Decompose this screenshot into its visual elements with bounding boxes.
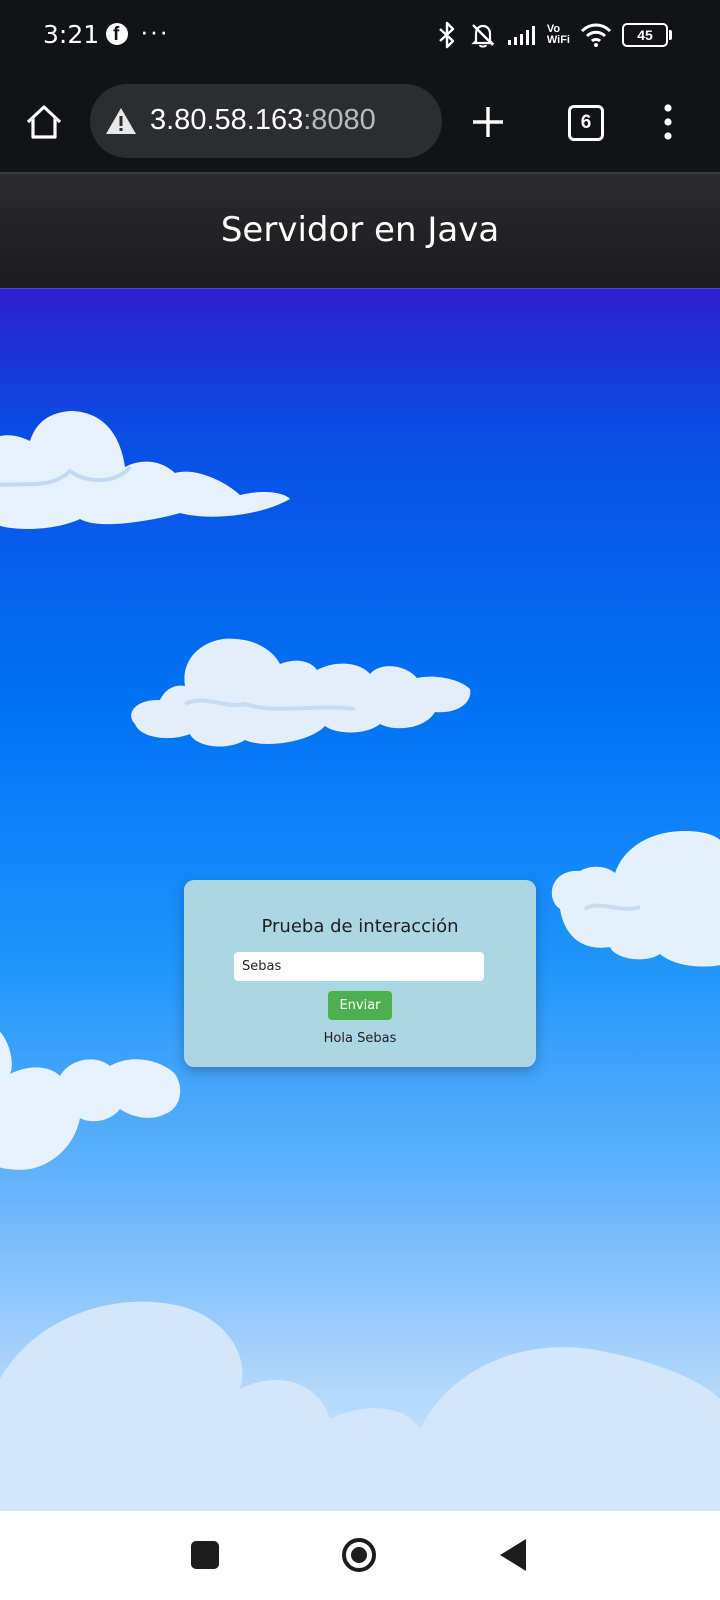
home-nav-button[interactable] — [342, 1538, 376, 1572]
status-bar: 3:21 f ··· Vo WiFi 45 — [0, 0, 720, 72]
cloud-illustration — [0, 1301, 720, 1511]
navigation-bar — [0, 1511, 720, 1600]
more-menu-button[interactable] — [660, 102, 676, 142]
submit-button[interactable]: Enviar — [328, 991, 392, 1020]
cloud-illustration — [0, 411, 290, 529]
browser-toolbar: 3.80.58.163:8080 6 — [0, 72, 720, 172]
name-input[interactable] — [234, 952, 484, 981]
back-button[interactable] — [500, 1539, 526, 1571]
warning-icon[interactable] — [104, 106, 138, 136]
vowifi-bottom: WiFi — [546, 34, 570, 46]
card-title: Prueba de interacción — [261, 916, 459, 937]
cloud-illustration — [131, 638, 471, 747]
battery-icon: 45 — [622, 23, 672, 47]
new-tab-button[interactable] — [466, 100, 510, 144]
interaction-card: Prueba de interacción Enviar Hola Sebas — [184, 880, 536, 1067]
cloud-illustration — [551, 831, 720, 967]
url-host: 3.80.58.163 — [150, 104, 304, 136]
url-text[interactable]: 3.80.58.163:8080 — [150, 104, 376, 137]
status-icons: Vo WiFi 45 — [435, 18, 672, 52]
home-button[interactable] — [22, 102, 66, 142]
response-text: Hola Sebas — [323, 1031, 397, 1046]
address-bar[interactable]: 3.80.58.163:8080 — [90, 84, 442, 158]
wifi-icon — [580, 23, 612, 47]
status-time: 3:21 — [43, 20, 100, 49]
tab-switcher-button[interactable]: 6 — [568, 105, 604, 141]
more-notifications-icon: ··· — [140, 16, 169, 46]
page-header: Servidor en Java — [0, 172, 720, 291]
muted-bell-icon — [471, 24, 495, 48]
facebook-icon: f — [106, 23, 128, 45]
cloud-illustration — [0, 1032, 181, 1170]
url-port: :8080 — [303, 104, 376, 136]
recents-button[interactable] — [191, 1541, 219, 1569]
bluetooth-icon — [439, 21, 455, 49]
sky-background: Prueba de interacción Enviar Hola Sebas — [0, 289, 720, 1511]
page-title: Servidor en Java — [220, 210, 500, 250]
signal-icon — [507, 26, 535, 45]
vowifi-icon: Vo WiFi — [547, 24, 570, 46]
